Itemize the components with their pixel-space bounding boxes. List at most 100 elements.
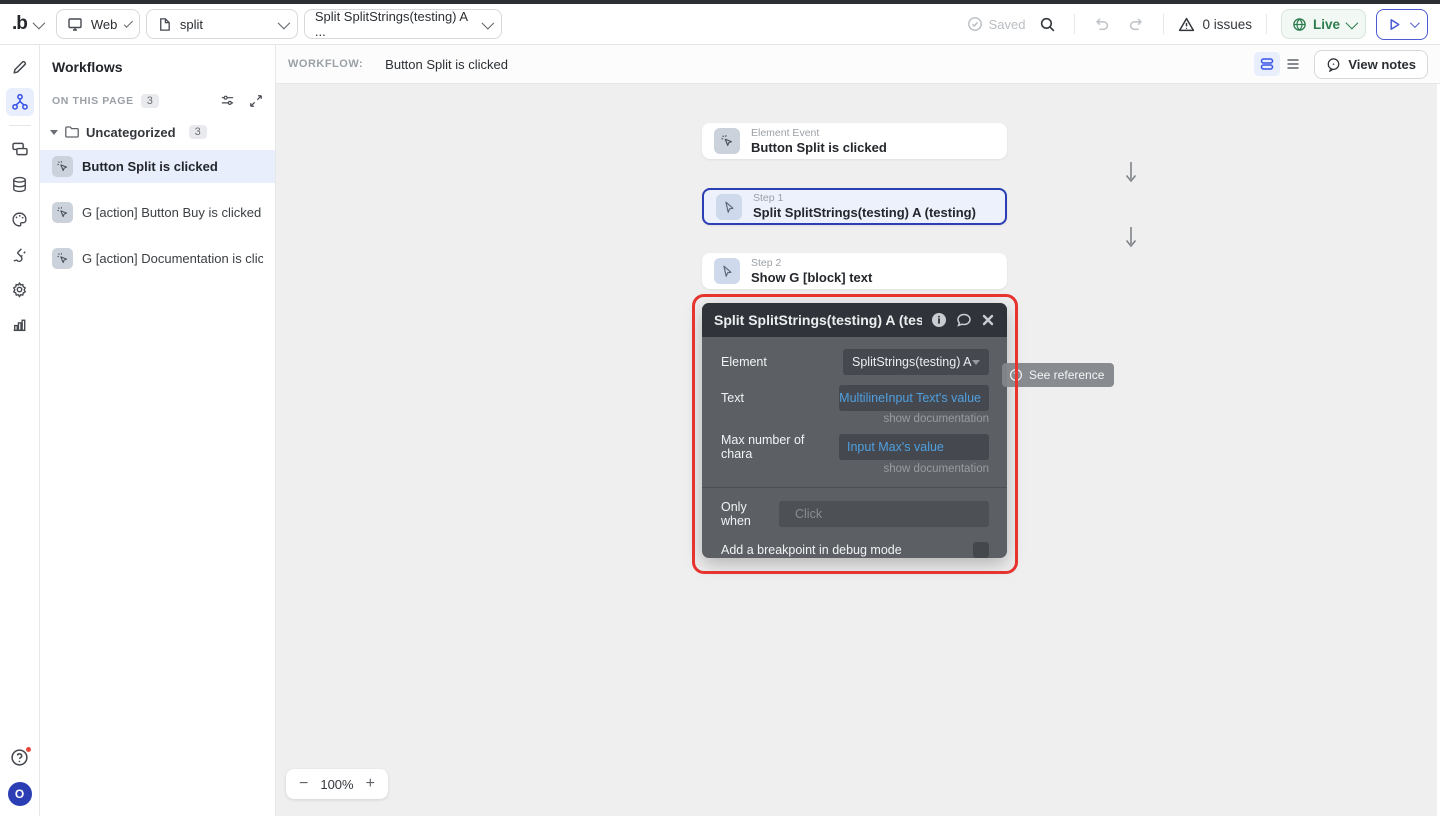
cursor-click-icon	[52, 156, 73, 177]
chevron-down-icon	[972, 359, 980, 365]
list-view-button[interactable]	[1280, 52, 1306, 76]
divider	[1265, 14, 1267, 34]
view-notes-button[interactable]: View notes	[1314, 49, 1428, 79]
zoom-out-button[interactable]: −	[297, 776, 310, 792]
flow-arrow-icon	[1125, 161, 1137, 185]
issues-label: 0 issues	[1202, 16, 1252, 32]
folder-icon	[64, 124, 80, 140]
question-circle-icon	[1009, 368, 1023, 382]
show-documentation-link[interactable]: show documentation	[721, 413, 989, 425]
chevron-down-icon	[1345, 16, 1359, 29]
section-label: ON THIS PAGE	[52, 94, 134, 107]
styles-tab-palette-icon[interactable]	[6, 205, 34, 233]
text-expression-value: MultilineInput Text's value	[839, 391, 981, 405]
element-dropdown[interactable]: SplitStrings(testing) A	[843, 349, 989, 375]
workflow-breadcrumb-label: WORKFLOW:	[288, 58, 364, 70]
step1-card[interactable]: Step 1 Split SplitStrings(testing) A (te…	[702, 188, 1007, 225]
save-status: Saved	[967, 16, 1025, 32]
bubble-logo-menu[interactable]: .b	[8, 13, 50, 35]
close-icon[interactable]	[981, 313, 995, 327]
left-rail: O	[0, 45, 40, 816]
issues-indicator[interactable]: 0 issues	[1178, 16, 1252, 33]
event-card[interactable]: Element Event Button Split is clicked	[702, 123, 1007, 159]
chevron-down-icon	[124, 18, 133, 28]
folder-count-badge: 3	[188, 125, 207, 139]
undo-icon	[1093, 16, 1110, 33]
search-button[interactable]	[1035, 12, 1060, 37]
divider	[702, 487, 1007, 488]
cursor-arrow-icon	[716, 193, 742, 220]
cursor-arrow-icon	[714, 258, 740, 284]
element-dropdown-value: SplitStrings(testing) A	[852, 355, 972, 369]
workflow-selector[interactable]: Split SplitStrings(testing) A ...	[303, 9, 502, 39]
canvas-header: WORKFLOW: Button Split is clicked View n…	[276, 45, 1440, 84]
max-expression-value: Input Max's value	[847, 440, 944, 454]
workflow-item[interactable]: Button Split is clicked	[40, 150, 275, 183]
workflow-item[interactable]: G [action] Button Buy is clicked	[40, 196, 275, 229]
workflow-item[interactable]: G [action] Documentation is click...	[40, 242, 275, 275]
undo-button[interactable]	[1089, 12, 1114, 37]
see-reference-tooltip: See reference	[1002, 363, 1115, 387]
step-title: Split SplitStrings(testing) A (testing)	[753, 205, 976, 220]
cursor-click-icon	[52, 202, 73, 223]
only-when-input[interactable]	[779, 501, 989, 527]
view-toggle	[1254, 52, 1306, 76]
zoom-in-button[interactable]: +	[364, 776, 377, 792]
chevron-down-icon	[277, 16, 291, 29]
text-label: Text	[721, 391, 744, 405]
step2-card[interactable]: Step 2 Show G [block] text	[702, 253, 1007, 289]
card-view-button[interactable]	[1254, 52, 1281, 76]
preview-run-button[interactable]	[1376, 8, 1428, 40]
environment-selector[interactable]: Web	[55, 9, 140, 39]
workflows-panel: Workflows ON THIS PAGE 3 Uncategorized 3	[40, 45, 276, 816]
workflow-item-label: Button Split is clicked	[82, 159, 218, 174]
plugins-tab-plug-icon[interactable]	[6, 240, 34, 268]
monitor-icon	[67, 16, 83, 32]
workflow-item-label: G [action] Button Buy is clicked	[82, 205, 262, 220]
redo-button[interactable]	[1124, 12, 1149, 37]
bubble-logo: .b	[12, 13, 28, 34]
components-tab-icon[interactable]	[6, 135, 34, 163]
event-type-label: Element Event	[751, 126, 820, 139]
environment-label: Web	[90, 16, 118, 32]
max-expression-field[interactable]: Input Max's value	[839, 434, 989, 460]
action-property-editor: Split SplitStrings(testing) A (testi Ele…	[702, 303, 1007, 558]
cursor-click-icon	[52, 248, 73, 269]
help-button[interactable]	[10, 746, 32, 770]
divider	[1074, 14, 1076, 34]
action-panel-header: Split SplitStrings(testing) A (testi	[702, 303, 1007, 337]
caret-down-icon	[50, 129, 58, 135]
folder-uncategorized[interactable]: Uncategorized 3	[40, 124, 275, 140]
expand-icon[interactable]	[249, 93, 263, 108]
workflow-selector-label: Split SplitStrings(testing) A ...	[314, 9, 468, 39]
workflow-tab-icon[interactable]	[5, 88, 34, 116]
show-documentation-link[interactable]: show documentation	[721, 463, 989, 475]
logs-tab-chart-icon[interactable]	[6, 310, 34, 338]
filter-sliders-icon[interactable]	[220, 93, 235, 108]
design-tab-pencil-icon[interactable]	[6, 53, 34, 81]
step-title: Show G [block] text	[751, 269, 873, 285]
user-avatar[interactable]: O	[7, 782, 32, 806]
breakpoint-label: Add a breakpoint in debug mode	[721, 543, 902, 557]
settings-tab-gear-icon[interactable]	[6, 275, 34, 303]
live-version-button[interactable]: Live	[1280, 9, 1366, 39]
workflow-item-label: G [action] Documentation is click...	[82, 251, 263, 266]
chevron-down-icon	[481, 16, 495, 29]
database-tab-icon[interactable]	[6, 170, 34, 198]
max-characters-label: Max number of chara	[721, 433, 805, 461]
info-icon[interactable]	[931, 312, 947, 328]
notification-dot	[25, 746, 32, 753]
redo-icon	[1128, 16, 1145, 33]
action-panel-title: Split SplitStrings(testing) A (testi	[714, 312, 922, 328]
text-expression-field[interactable]: MultilineInput Text's value	[839, 385, 989, 411]
comment-icon[interactable]	[956, 312, 972, 328]
step-label: Step 1	[753, 192, 784, 204]
breakpoint-checkbox[interactable]	[973, 542, 989, 558]
comment-icon	[1326, 57, 1341, 72]
folder-name: Uncategorized	[86, 124, 176, 140]
divider	[8, 125, 31, 126]
panel-title: Workflows	[52, 59, 123, 75]
workflow-canvas[interactable]: Element Event Button Split is clicked St…	[276, 84, 1440, 816]
check-circle-icon	[967, 16, 983, 32]
page-selector[interactable]: split	[145, 9, 298, 39]
